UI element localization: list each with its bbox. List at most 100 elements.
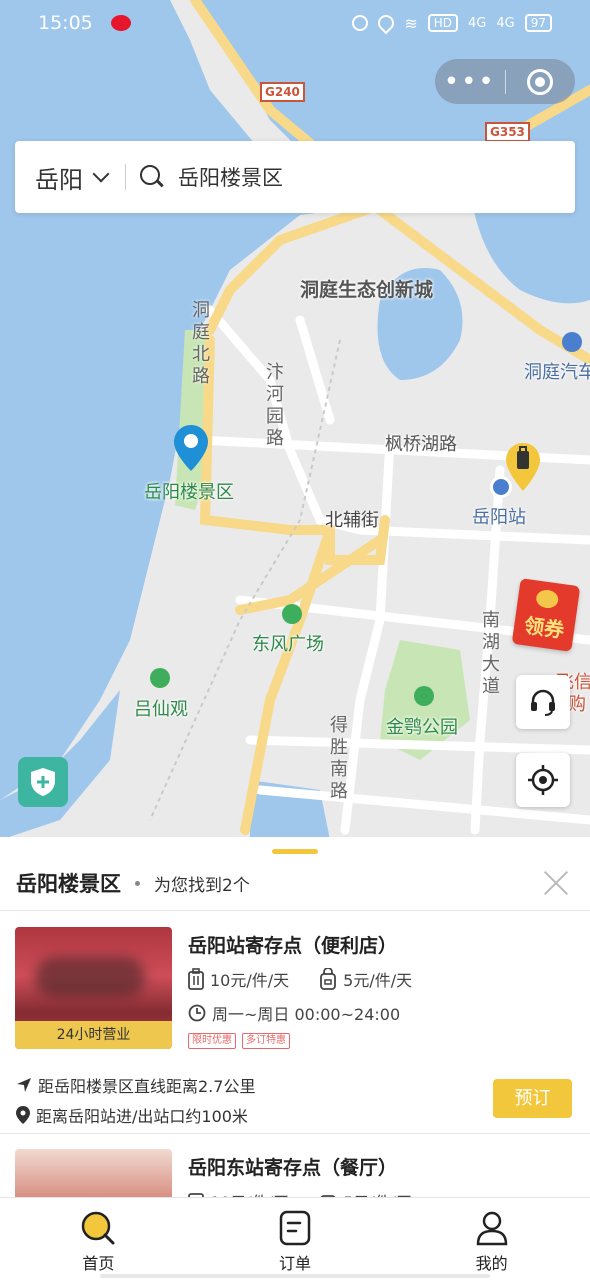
home-indicator [100,1274,490,1278]
location-pin-icon[interactable] [174,425,208,475]
miniapp-capsule: ••• [435,59,575,104]
map-label-bianhe-road: 汴河园路 [266,362,284,449]
store-name: 岳阳东站寄存点（餐厅） [188,1157,398,1179]
tab-orders[interactable]: 订单 [197,1198,394,1280]
park-icon-2 [414,686,434,706]
map-label-desheng-south-road: 得胜南路 [330,715,348,802]
map-label-dongting-north-road: 洞庭北路 [192,300,210,387]
price-row: 10元/件/天 5元/件/天 [188,967,412,991]
tab-label: 订单 [279,1254,312,1273]
tab-bar: 首页 订单 我的 [0,1197,590,1280]
signal-icon-1: 4G [468,15,487,31]
status-bar: 15:05 ≋ HD 4G 4G 97 [0,0,590,46]
shield-icon [31,768,55,796]
promo-tags: 限时优惠 多订特惠 [188,1033,290,1049]
safety-button[interactable] [18,757,68,807]
map-label-north-aux-street: 北辅街 [325,510,379,531]
search-bar: 岳阳 岳阳楼景区 [15,141,575,213]
target-icon [527,68,554,95]
city-name: 岳阳 [35,165,83,194]
bus-station-icon [562,332,582,352]
sheet-header: 岳阳楼景区 为您找到2个 [16,865,574,901]
distance-station-row: 距离岳阳站进/出站口约100米 [16,1103,248,1127]
city-selector[interactable]: 岳阳 [35,160,110,195]
clock-icon [188,1004,206,1022]
weibo-icon [110,15,131,31]
road-badge-g353: G353 [485,122,530,142]
price-bag: 5元/件/天 [343,971,413,990]
tab-profile[interactable]: 我的 [393,1198,590,1280]
map-label-new-city: 洞庭生态创新城 [300,279,434,301]
search-home-icon [82,1211,115,1245]
map-label-nanhu-avenue: 南湖大道 [482,610,500,697]
map-label-yueyang-tower: 岳阳楼景区 [144,482,234,503]
drag-handle[interactable] [272,849,318,854]
hours-row: 周一~周日 00:00~24:00 [188,1001,400,1025]
coupon-button[interactable]: 领券 [511,578,581,652]
sheet-title: 岳阳楼景区 [16,872,121,896]
opening-hours: 周一~周日 00:00~24:00 [212,1005,401,1024]
battery-icon: 97 [524,14,552,32]
dot-separator [135,880,140,886]
tab-label: 首页 [82,1254,115,1273]
wifi-icon: ≋ [404,13,418,33]
luggage-pin-icon[interactable] [506,443,540,495]
search-input[interactable]: 岳阳楼景区 [178,162,283,192]
map-label-yueyang-station: 岳阳站 [472,507,526,528]
signal-icon-2: 4G [496,15,515,31]
road-badge-g240: G240 [260,82,305,102]
book-button[interactable]: 预订 [493,1079,572,1118]
suitcase-icon [188,968,204,990]
profile-icon [476,1211,507,1246]
status-time: 15:05 [38,12,93,34]
store-thumbnail [15,1149,172,1197]
location-icon [375,11,398,35]
map-label-dongfeng-square: 东风广场 [252,634,324,655]
results-count: 为您找到2个 [154,875,250,896]
headset-icon [531,689,555,716]
locate-me-button[interactable] [516,753,570,807]
map-label-lvxian-temple: 吕仙观 [134,699,188,720]
alarm-icon [352,15,369,31]
distance-station: 距离岳阳站进/出站口约100米 [36,1107,248,1126]
temple-icon [150,668,170,688]
card-divider [0,1133,590,1134]
map-view[interactable]: 15:05 ≋ HD 4G 4G 97 ••• G240 G353 岳阳 岳阳楼… [0,0,590,840]
navigation-arrow-icon [17,1078,31,1092]
location-icon [16,1106,30,1124]
price-bag: 5元/件/天 [343,1189,412,1197]
price-row: 10元/件/天 5元/件/天 [188,1189,412,1197]
results-sheet: 岳阳楼景区 为您找到2个 24小时营业 岳阳站寄存点（便利店） 10元/件/天 … [0,837,590,1197]
hd-icon: HD [427,14,458,32]
suitcase-icon [188,1193,204,1197]
chevron-down-icon [92,165,110,183]
map-label-fengqiao-lake-road: 枫桥湖路 [385,434,457,455]
search-divider [125,164,126,190]
distance-landmark-row: 距岳阳楼景区直线距离2.7公里 [16,1073,255,1097]
distance-landmark: 距岳阳楼景区直线距离2.7公里 [38,1077,256,1096]
store-name: 岳阳站寄存点（便利店） [188,935,398,957]
promo-tag: 限时优惠 [188,1033,236,1049]
map-label-bus-station: 洞庭汽车 [524,362,590,383]
map-label-jine-park: 金鹗公园 [386,717,458,738]
promo-tag: 多订特惠 [242,1033,290,1049]
crosshair-icon [528,765,558,795]
customer-service-button[interactable] [516,675,570,729]
close-icon[interactable] [542,869,570,897]
order-icon [279,1210,311,1246]
store-thumbnail: 24小时营业 [15,927,172,1049]
status-icons: ≋ HD 4G 4G 97 [352,11,552,35]
header-divider [0,910,590,911]
more-menu-button[interactable]: ••• [435,62,505,102]
tab-home[interactable]: 首页 [0,1198,197,1280]
bag-icon [320,968,337,990]
price-luggage: 10元/件/天 [210,1189,289,1197]
search-icon [140,165,164,189]
open-24h-badge: 24小时营业 [15,1021,172,1049]
bag-icon [320,1195,336,1197]
tab-label: 我的 [475,1254,508,1273]
close-miniapp-button[interactable] [506,68,576,95]
park-icon [282,604,302,624]
map-label-gou-partial: 购 [568,694,586,715]
list-item[interactable]: 岳阳东站寄存点（餐厅） 10元/件/天 5元/件/天 [0,1149,590,1197]
